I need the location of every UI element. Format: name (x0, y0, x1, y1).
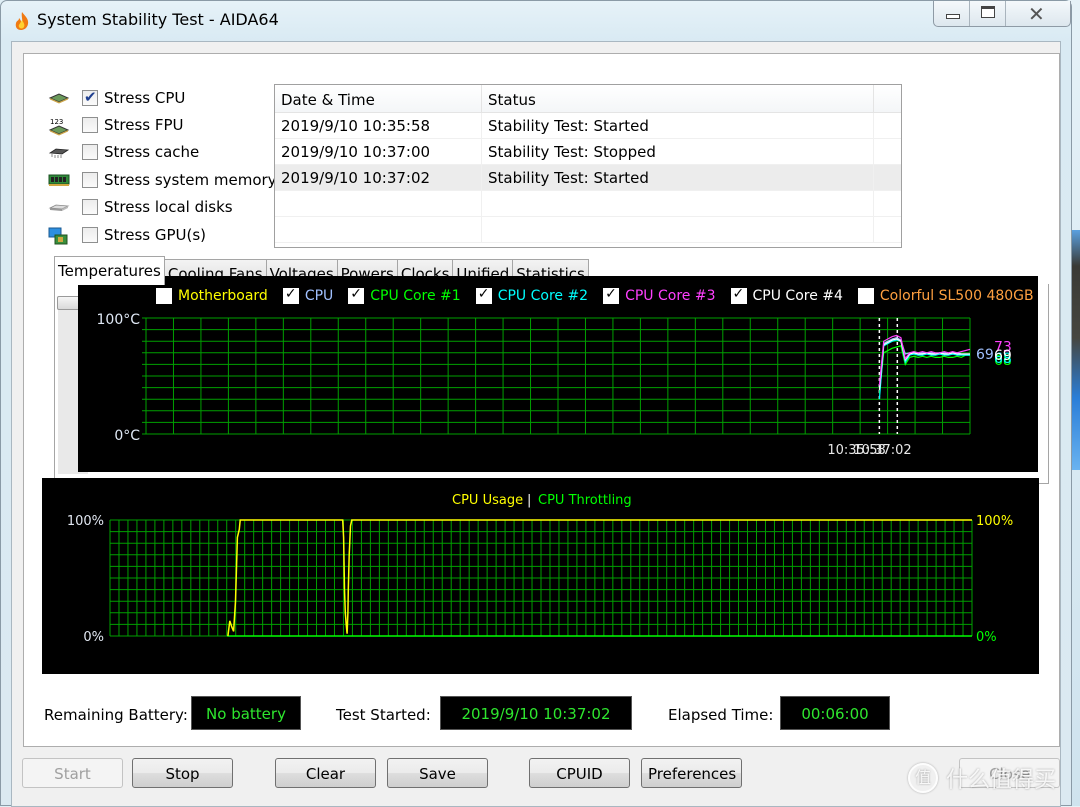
aida64-window: System Stability Test - AIDA64 ✕ Stress … (0, 0, 1072, 807)
stop-button[interactable]: Stop (132, 758, 233, 788)
log-date-time: 2019/9/10 10:35:58 (275, 113, 482, 138)
watermark-text: 什么值得买 (945, 768, 1056, 793)
log-row[interactable]: 2019/9/10 10:35:58 Stability Test: Starte… (275, 113, 901, 139)
y-axis-bottom-label: 0°C (114, 428, 140, 444)
series-line-cpu (878, 337, 970, 388)
series-line-cpu-core-2 (878, 339, 970, 400)
window-title: System Stability Test - AIDA64 (37, 10, 279, 29)
series-line-cpu-core-3 (878, 334, 971, 386)
maximize-icon (981, 6, 995, 18)
elapsed-time-label: Elapsed Time: (668, 706, 774, 724)
cpuid-button[interactable]: CPUID (529, 758, 630, 788)
battery-value: No battery (191, 696, 301, 730)
hard-disk-icon (48, 199, 70, 215)
svg-text:123: 123 (50, 118, 63, 126)
stress-option-stress-cpu[interactable]: Stress CPU (48, 84, 277, 111)
log-row[interactable] (275, 217, 901, 243)
checkbox[interactable] (82, 226, 98, 243)
checkbox[interactable] (82, 144, 98, 161)
cpu-usage-plot: CPU Usage | CPU Throttling 100% 0% 100% 0% (67, 493, 1013, 645)
stress-option-stress-system-memory[interactable]: Stress system memory (48, 166, 277, 193)
log-row[interactable]: 2019/9/10 10:37:00 Stability Test: Stoppe… (275, 139, 901, 165)
title-bar[interactable]: System Stability Test - AIDA64 ✕ (1, 1, 1071, 41)
temperature-chart: MotherboardCPUCPU Core #1CPU Core #2CPU … (78, 276, 1038, 472)
log-date-time: 2019/9/10 10:37:00 (275, 139, 482, 164)
checkbox[interactable] (82, 171, 98, 188)
status-row: Remaining Battery: No battery Test Start… (42, 696, 1042, 732)
last-value-cpu-core-4: 69 (994, 348, 1012, 364)
last-value-cpu: 69 (976, 347, 994, 363)
stress-option-label: Stress cache (104, 143, 200, 162)
gpu-card-icon (48, 227, 70, 245)
log-date-time: 2019/9/10 10:37:02 (275, 165, 482, 190)
stress-options: Stress CPU 123 Stress FPU Stress cache Stres… (48, 84, 277, 248)
fpu-chip-icon: 123 (48, 117, 70, 136)
preferences-button[interactable]: Preferences (641, 758, 742, 788)
minimize-button[interactable] (934, 1, 970, 26)
stress-option-stress-gpu-s[interactable]: Stress GPU(s) (48, 221, 277, 248)
usage-legend-label: CPU Usage (452, 493, 523, 508)
log-status (482, 217, 874, 242)
start-button[interactable]: Start (22, 758, 123, 788)
watermark: 值 什么值得买 (907, 762, 1056, 794)
cache-chip-icon (48, 144, 70, 160)
log-status: Stability Test: Started (482, 113, 874, 138)
log-date-time (275, 191, 482, 216)
stress-option-label: Stress system memory (104, 170, 277, 189)
memory-module-icon (48, 172, 70, 188)
close-icon: ✕ (1028, 2, 1045, 26)
close-window-button[interactable]: ✕ (1006, 1, 1070, 26)
stress-option-label: Stress GPU(s) (104, 225, 207, 244)
log-header-row: Date & Time Status (275, 85, 901, 113)
desktop-background-strip (1072, 230, 1080, 470)
throttling-legend-label: CPU Throttling (538, 493, 632, 508)
log-status: Stability Test: Started (482, 165, 874, 190)
log-date-time (275, 217, 482, 242)
cpu-usage-chart: CPU Usage | CPU Throttling 100% 0% 100% 0% (42, 478, 1039, 674)
watermark-logo-icon: 值 (907, 763, 938, 793)
column-header-status[interactable]: Status (482, 85, 874, 112)
log-row[interactable]: 2019/9/10 10:37:02 Stability Test: Starte… (275, 165, 901, 191)
y-axis-top-label: 100°C (97, 312, 141, 328)
battery-label: Remaining Battery: (44, 706, 188, 724)
checkbox[interactable] (82, 199, 98, 216)
checkbox[interactable] (82, 117, 98, 134)
temperature-grid (142, 317, 971, 435)
stress-option-stress-cache[interactable]: Stress cache (48, 139, 277, 166)
save-button[interactable]: Save (387, 758, 488, 788)
stress-option-stress-fpu[interactable]: 123 Stress FPU (48, 111, 277, 138)
elapsed-time-value: 00:06:00 (780, 696, 890, 730)
maximize-button[interactable] (970, 1, 1006, 26)
window-controls: ✕ (933, 1, 1071, 27)
stress-option-stress-local-disks[interactable]: Stress local disks (48, 194, 277, 221)
log-status: Stability Test: Stopped (482, 139, 874, 164)
checkbox[interactable] (82, 88, 98, 106)
stress-option-label: Stress CPU (104, 88, 186, 107)
column-header-date-time[interactable]: Date & Time (275, 85, 482, 112)
event-log-table: Date & Time Status 2019/9/10 10:35:58 Sta… (274, 84, 902, 248)
y-left-top-label: 100% (67, 514, 104, 529)
legend-separator: | (527, 493, 531, 508)
client-area: Stress CPU 123 Stress FPU Stress cache Stres… (11, 41, 1061, 807)
log-status (482, 191, 874, 216)
stress-option-label: Stress local disks (104, 198, 233, 217)
y-left-bottom-label: 0% (83, 630, 104, 645)
log-row[interactable] (275, 191, 901, 217)
stress-option-label: Stress FPU (104, 116, 184, 135)
minimize-icon (946, 14, 960, 19)
temperature-plot: 100°C0°C10:35:5810:37:0269 73686869 (97, 312, 1012, 458)
test-started-value: 2019/9/10 10:37:02 (440, 696, 632, 730)
usage-grid (109, 519, 973, 637)
time-label-1: 10:37:02 (853, 443, 911, 458)
tab-temperatures[interactable]: Temperatures (54, 256, 165, 285)
clear-button[interactable]: Clear (275, 758, 376, 788)
y-right-bottom-label: 0% (976, 630, 997, 645)
test-started-label: Test Started: (336, 706, 431, 724)
cpu-chip-icon (48, 90, 70, 106)
flame-icon (15, 12, 29, 30)
y-right-top-label: 100% (976, 514, 1013, 529)
